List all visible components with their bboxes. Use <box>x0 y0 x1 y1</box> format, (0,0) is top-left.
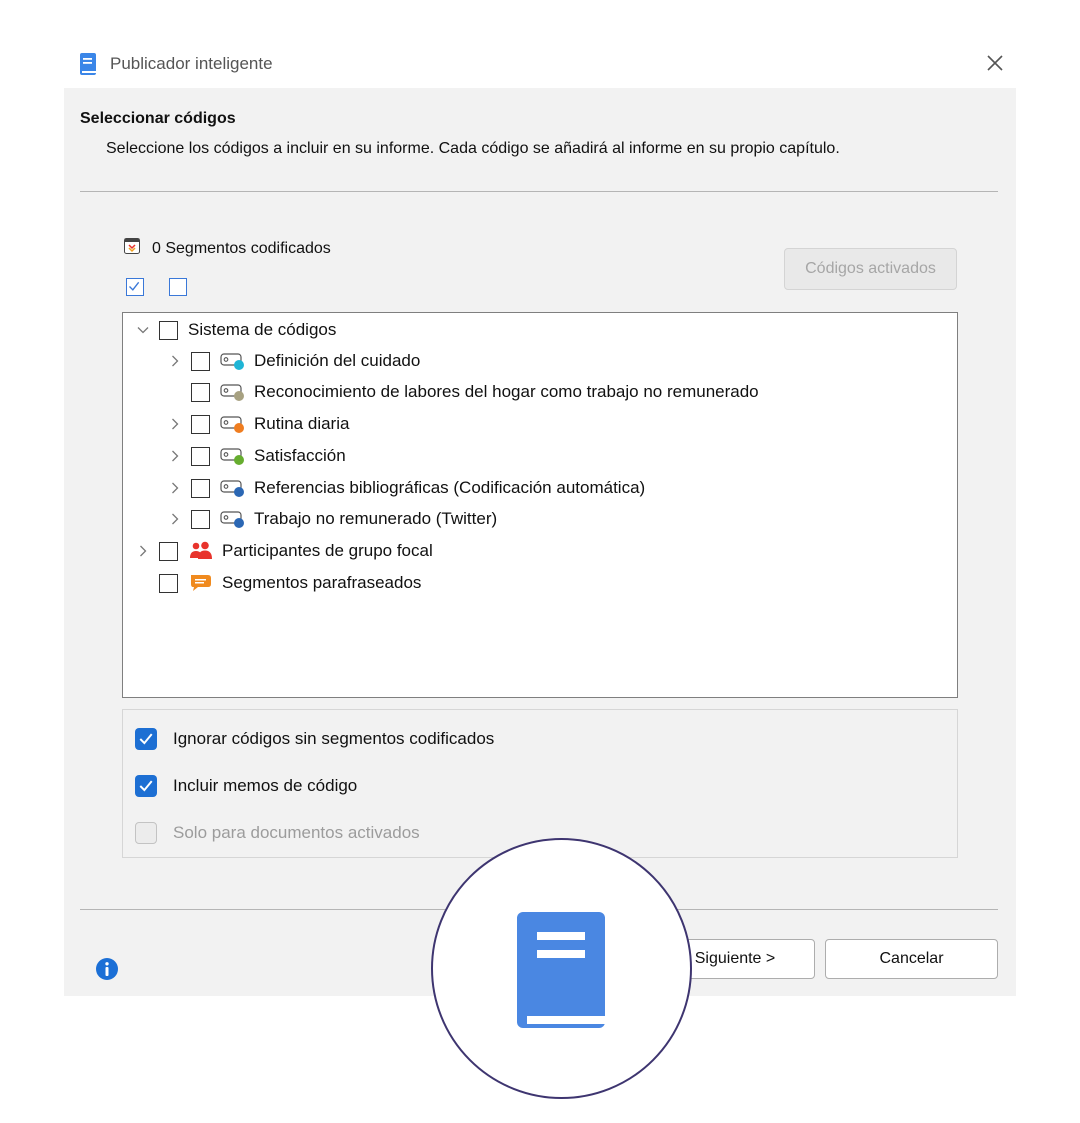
code-tag-icon <box>220 478 246 498</box>
code-label: Referencias bibliográficas (Codificación… <box>254 478 646 497</box>
code-label: Definición del cuidado <box>254 351 421 370</box>
chevron-right-icon[interactable] <box>165 414 185 434</box>
chevron-right-icon[interactable] <box>165 509 185 529</box>
code-checkbox[interactable] <box>191 446 210 466</box>
focus-group-people-icon <box>188 541 214 561</box>
only-activated-checkbox <box>135 822 157 844</box>
cancel-button[interactable]: Cancelar <box>825 939 998 979</box>
activated-codes-button[interactable]: Códigos activados <box>784 248 957 290</box>
book-icon <box>517 912 607 1028</box>
include-memos-checkbox[interactable] <box>135 775 157 797</box>
code-checkbox[interactable] <box>191 509 210 529</box>
focus-group-label: Participantes de grupo focal <box>222 541 433 560</box>
code-checkbox[interactable] <box>191 414 210 434</box>
app-book-icon <box>80 53 96 75</box>
code-checkbox[interactable] <box>191 478 210 498</box>
include-memos-option[interactable]: Incluir memos de código <box>135 773 357 799</box>
code-label: Satisfacción <box>254 446 346 465</box>
coded-segments-count: 0 Segmentos codificados <box>152 240 331 257</box>
chevron-right-icon[interactable] <box>165 351 185 371</box>
chevron-right-icon[interactable] <box>133 541 153 561</box>
code-tag-icon <box>220 382 246 402</box>
tree-row-code[interactable]: Rutina diaria <box>165 409 349 439</box>
tree-row-code[interactable]: Referencias bibliográficas (Codificación… <box>165 473 645 503</box>
window-title: Publicador inteligente <box>110 54 273 73</box>
code-tag-icon <box>220 351 246 371</box>
include-memos-label: Incluir memos de código <box>173 776 358 795</box>
ignore-empty-label: Ignorar códigos sin segmentos codificado… <box>173 729 495 748</box>
only-activated-label: Solo para documentos activados <box>173 823 420 842</box>
tree-row-code[interactable]: Definición del cuidado <box>165 346 420 376</box>
tree-row-code[interactable]: Satisfacción <box>165 441 346 471</box>
tree-row-code[interactable]: Reconocimiento de labores del hogar como… <box>165 377 759 407</box>
coded-segments-icon <box>124 238 140 254</box>
only-activated-option: Solo para documentos activados <box>135 820 420 846</box>
info-icon[interactable] <box>95 957 119 981</box>
tree-row-code[interactable]: Trabajo no remunerado (Twitter) <box>165 504 497 534</box>
code-label: Reconocimiento de labores del hogar como… <box>254 382 759 401</box>
deselect-all-checkbox[interactable] <box>169 278 187 296</box>
code-label: Rutina diaria <box>254 414 350 433</box>
root-checkbox[interactable] <box>159 320 178 340</box>
chevron-right-icon[interactable] <box>165 446 185 466</box>
tree-root-label: Sistema de códigos <box>188 320 337 339</box>
tree-row-root[interactable]: Sistema de códigos <box>133 315 336 345</box>
paraphrased-label: Segmentos parafraseados <box>222 573 422 592</box>
options-panel: Ignorar códigos sin segmentos codificado… <box>122 709 958 858</box>
ignore-empty-option[interactable]: Ignorar códigos sin segmentos codificado… <box>135 726 494 752</box>
select-all-checkbox[interactable] <box>126 278 144 296</box>
paraphrased-checkbox[interactable] <box>159 573 178 593</box>
header-divider <box>80 191 998 192</box>
code-tree: Sistema de códigos Definición del cuidad… <box>122 312 958 698</box>
code-label: Trabajo no remunerado (Twitter) <box>254 509 498 528</box>
section-title: Seleccionar códigos <box>80 110 236 127</box>
focus-group-checkbox[interactable] <box>159 541 178 561</box>
code-tag-icon <box>220 414 246 434</box>
chevron-down-icon[interactable] <box>133 320 153 340</box>
title-bar: Publicador inteligente <box>64 40 1016 88</box>
close-icon[interactable] <box>982 50 1008 76</box>
tree-row-focus-group[interactable]: Participantes de grupo focal <box>133 536 433 566</box>
code-tag-icon <box>220 446 246 466</box>
speech-bubble-icon <box>188 573 214 593</box>
code-tag-icon <box>220 509 246 529</box>
ignore-empty-checkbox[interactable] <box>135 728 157 750</box>
code-checkbox[interactable] <box>191 351 210 371</box>
chevron-right-icon[interactable] <box>165 478 185 498</box>
code-checkbox[interactable] <box>191 382 210 402</box>
section-description: Seleccione los códigos a incluir en su i… <box>106 140 840 157</box>
tree-row-paraphrased[interactable]: Segmentos parafraseados <box>133 568 421 598</box>
